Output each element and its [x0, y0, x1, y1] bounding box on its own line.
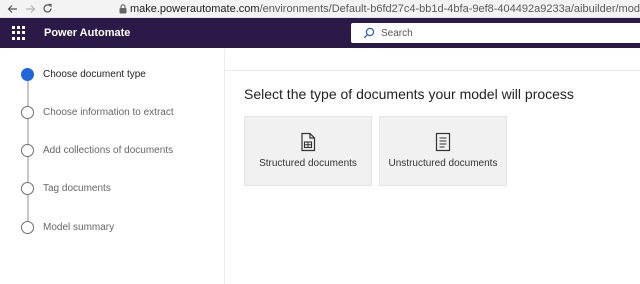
address-bar[interactable]: make.powerautomate.com/environments/Defa… [130, 3, 640, 15]
step-connector [27, 157, 29, 183]
step-choose-information-to-extract[interactable]: Choose information to extract [21, 105, 174, 119]
step-connector [27, 195, 29, 221]
card-label: Unstructured documents [388, 158, 498, 169]
step-choose-document-type[interactable]: Choose document type [21, 67, 146, 81]
app-launcher-icon[interactable] [12, 26, 26, 40]
back-arrow-icon[interactable] [4, 0, 21, 18]
unstructured-documents-card[interactable]: Unstructured documents [379, 116, 507, 186]
step-pending-icon [21, 181, 34, 195]
page-title: Select the type of documents your model … [244, 86, 574, 102]
url-host: make.powerautomate.com [129, 2, 260, 15]
structured-document-icon [301, 132, 316, 152]
app-title[interactable]: Power Automate [44, 27, 130, 39]
url-path: /environments/Default-b6fd27c4-bb1d-4bfa… [259, 2, 640, 15]
step-label: Choose document type [43, 68, 146, 80]
step-tag-documents[interactable]: Tag documents [21, 181, 111, 195]
card-label: Structured documents [259, 158, 357, 169]
search-input[interactable] [381, 27, 621, 39]
search-box[interactable] [351, 23, 640, 43]
search-icon [363, 27, 375, 39]
step-label: Tag documents [43, 182, 111, 194]
step-label: Choose information to extract [43, 106, 174, 118]
lock-icon [116, 0, 130, 18]
step-add-collections[interactable]: Add collections of documents [21, 143, 173, 157]
step-label: Add collections of documents [43, 144, 174, 156]
structured-documents-card[interactable]: Structured documents [244, 116, 372, 186]
step-pending-icon [21, 143, 34, 157]
divider [225, 70, 640, 71]
step-active-icon [21, 67, 34, 81]
refresh-icon[interactable] [39, 0, 56, 18]
step-connector [27, 81, 29, 107]
forward-arrow-icon[interactable] [21, 0, 38, 18]
step-connector [27, 119, 29, 145]
wizard-stepper: Choose document type Choose information … [0, 48, 225, 284]
unstructured-document-icon [435, 132, 451, 152]
step-model-summary[interactable]: Model summary [21, 220, 114, 234]
step-label: Model summary [43, 221, 115, 233]
step-pending-icon [21, 220, 34, 234]
app-header: Power Automate [0, 18, 640, 48]
step-pending-icon [21, 105, 34, 119]
browser-toolbar: make.powerautomate.com/environments/Defa… [0, 0, 640, 18]
